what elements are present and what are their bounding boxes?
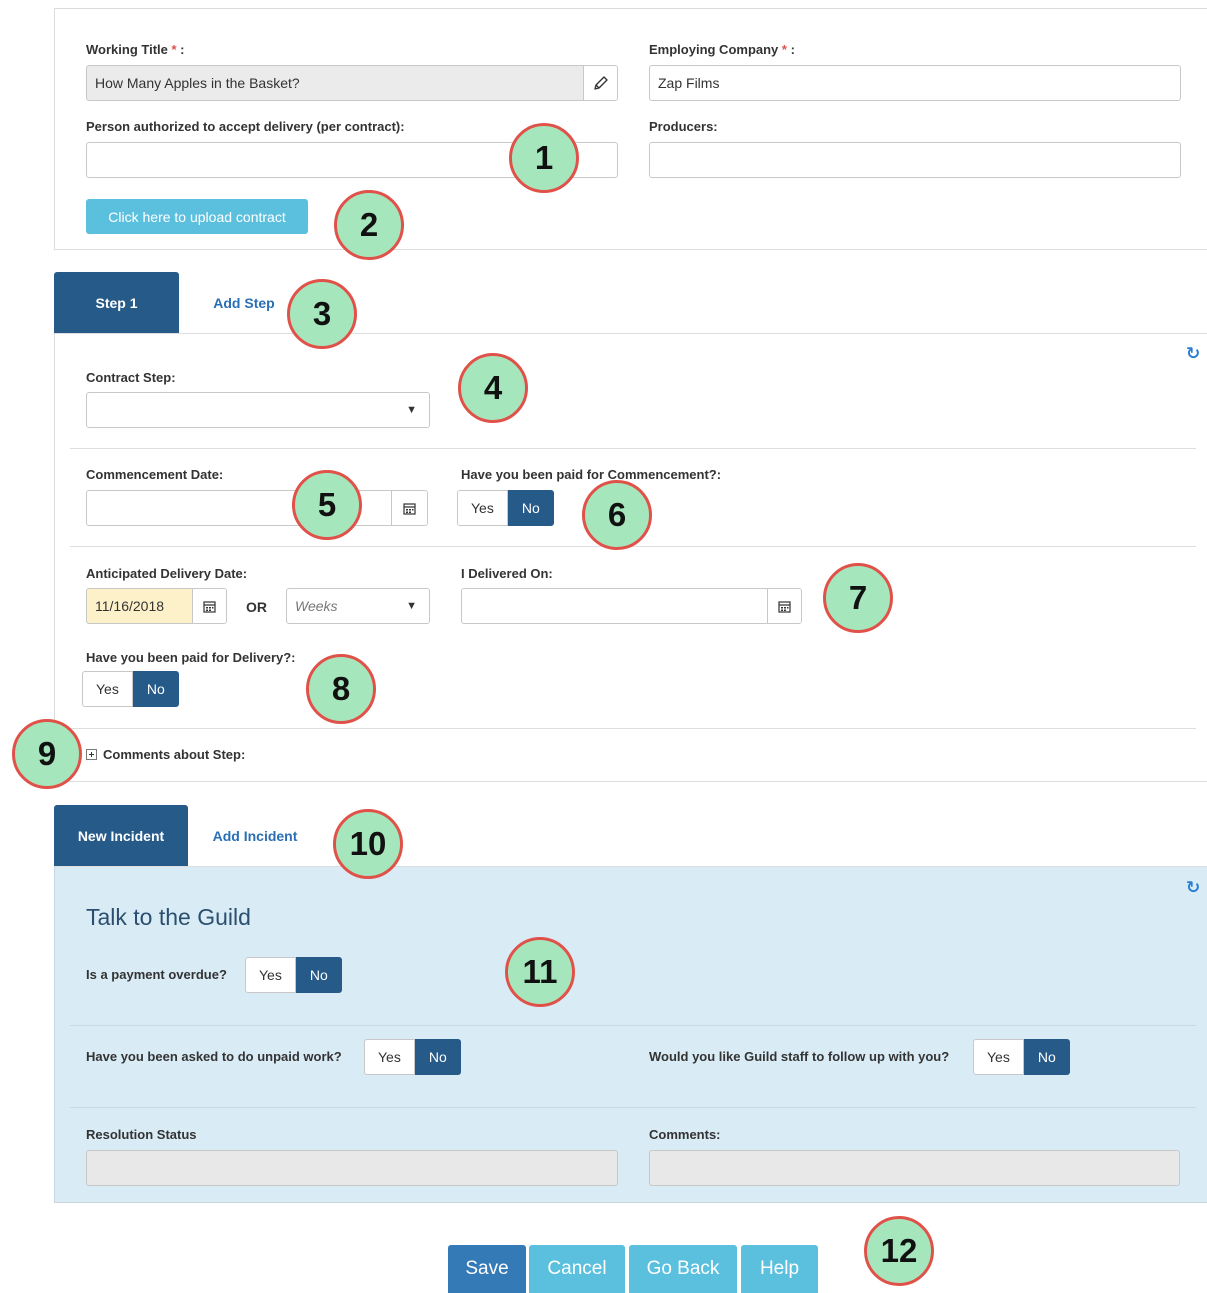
resolution-status-input[interactable] [86, 1150, 618, 1186]
callout-marker: 11 [505, 937, 575, 1007]
payment-overdue-label: Is a payment overdue? [86, 967, 227, 982]
paid-commencement-label: Have you been paid for Commencement?: [461, 467, 722, 482]
callout-marker: 4 [458, 353, 528, 423]
callout-marker: 8 [306, 654, 376, 724]
paid-delivery-no[interactable]: No [132, 671, 179, 707]
commencement-date-input[interactable] [86, 490, 428, 526]
anticipated-delivery-input[interactable]: 11/16/2018 [86, 588, 227, 624]
paid-delivery-label: Have you been paid for Delivery?: [86, 650, 296, 665]
delivered-on-label: I Delivered On: [461, 566, 553, 581]
contract-step-select[interactable]: ▼ [86, 392, 430, 428]
working-title-label: Working Title * : [86, 42, 185, 57]
unpaid-work-label: Have you been asked to do unpaid work? [86, 1049, 342, 1064]
go-back-button[interactable]: Go Back [629, 1245, 737, 1293]
tab-new-incident[interactable]: New Incident [54, 805, 188, 867]
callout-marker: 12 [864, 1216, 934, 1286]
tab-step-1[interactable]: Step 1 [54, 272, 179, 334]
producers-label: Producers: [649, 119, 718, 134]
comments-about-step-label: Comments about Step: [103, 747, 246, 762]
calendar-icon [203, 600, 216, 613]
caret-down-icon: ▼ [406, 404, 417, 416]
tab-bar-divider [54, 333, 1207, 334]
callout-marker: 10 [333, 809, 403, 879]
follow-up-no[interactable]: No [1023, 1039, 1070, 1075]
calendar-icon [778, 600, 791, 613]
cancel-button[interactable]: Cancel [529, 1245, 625, 1293]
help-button[interactable]: Help [741, 1245, 818, 1293]
section-divider [70, 448, 1196, 449]
calendar-icon [403, 502, 416, 515]
callout-marker: 3 [287, 279, 357, 349]
payment-overdue-yes[interactable]: Yes [245, 957, 296, 993]
person-authorized-label: Person authorized to accept delivery (pe… [86, 119, 405, 134]
tab-add-incident[interactable]: Add Incident [200, 805, 310, 867]
employing-company-input[interactable]: Zap Films [649, 65, 1181, 101]
section-divider [70, 546, 1196, 547]
delivered-on-input[interactable] [461, 588, 802, 624]
comments-about-step-toggle[interactable]: Comments about Step: [86, 747, 245, 762]
paid-commencement-no[interactable]: No [507, 490, 554, 526]
section-divider [70, 728, 1196, 729]
unpaid-work-no[interactable]: No [414, 1039, 461, 1075]
follow-up-yes[interactable]: Yes [973, 1039, 1024, 1075]
comments-label: Comments: [649, 1127, 721, 1142]
calendar-button[interactable] [192, 589, 226, 623]
tab-add-step[interactable]: Add Step [192, 272, 296, 334]
anticipated-delivery-label: Anticipated Delivery Date: [86, 566, 248, 581]
calendar-button[interactable] [767, 589, 801, 623]
pencil-icon [593, 76, 608, 90]
plus-square-icon [86, 749, 97, 760]
contract-step-label: Contract Step: [86, 370, 176, 385]
callout-marker: 7 [823, 563, 893, 633]
follow-up-toggle: Yes No [973, 1039, 1070, 1075]
unpaid-work-yes[interactable]: Yes [364, 1039, 415, 1075]
resolution-status-label: Resolution Status [86, 1127, 197, 1142]
refresh-icon[interactable]: ↻ [1186, 878, 1200, 898]
callout-marker: 9 [12, 719, 82, 789]
callout-marker: 5 [292, 470, 362, 540]
working-title-field[interactable]: How Many Apples in the Basket? [86, 65, 618, 101]
callout-marker: 6 [582, 480, 652, 550]
producers-input[interactable] [649, 142, 1181, 178]
employing-company-label: Employing Company * : [649, 42, 795, 57]
paid-delivery-yes[interactable]: Yes [82, 671, 133, 707]
refresh-icon[interactable]: ↻ [1186, 344, 1200, 364]
save-button[interactable]: Save [448, 1245, 526, 1293]
section-divider [70, 1025, 1196, 1026]
step-panel-border [54, 334, 55, 782]
payment-overdue-no[interactable]: No [295, 957, 342, 993]
paid-commencement-yes[interactable]: Yes [457, 490, 508, 526]
commencement-date-label: Commencement Date: [86, 467, 224, 482]
upload-contract-button[interactable]: Click here to upload contract [86, 199, 308, 234]
callout-marker: 2 [334, 190, 404, 260]
paid-delivery-toggle: Yes No [82, 671, 179, 707]
follow-up-label: Would you like Guild staff to follow up … [649, 1049, 950, 1064]
or-label: OR [246, 599, 267, 615]
paid-commencement-toggle: Yes No [457, 490, 554, 526]
edit-button[interactable] [583, 66, 617, 100]
calendar-button[interactable] [391, 491, 427, 525]
callout-marker: 1 [509, 123, 579, 193]
incident-heading: Talk to the Guild [86, 904, 251, 930]
payment-overdue-toggle: Yes No [245, 957, 342, 993]
weeks-select[interactable]: Weeks ▼ [286, 588, 430, 624]
comments-input[interactable] [649, 1150, 1180, 1186]
section-divider [70, 1107, 1196, 1108]
caret-down-icon: ▼ [406, 600, 417, 612]
step-panel-bottom [54, 781, 1207, 782]
unpaid-work-toggle: Yes No [364, 1039, 461, 1075]
